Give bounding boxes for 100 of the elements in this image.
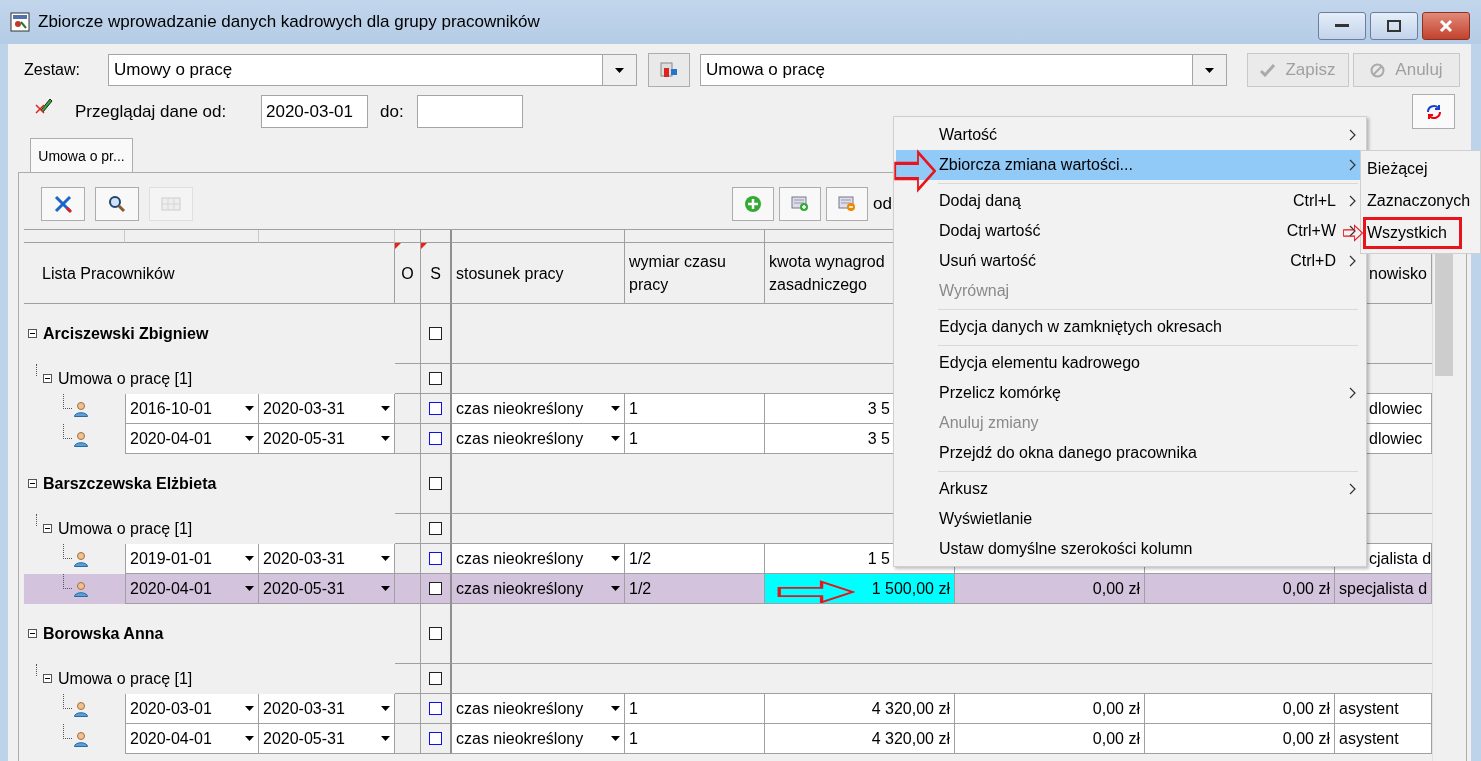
tab[interactable]: Umowa o pr... [30, 138, 133, 172]
date-dropdown[interactable]: 2020-04-01 [125, 574, 259, 604]
edit-icon[interactable] [35, 97, 53, 115]
toolbar-button[interactable] [732, 187, 774, 221]
date-dropdown[interactable]: 2019-01-01 [125, 544, 259, 574]
table-cell: 0,00 zł [1145, 574, 1335, 604]
dropdown-field[interactable]: czas nieokreślony [452, 424, 625, 454]
toolbar-button[interactable] [95, 187, 139, 221]
menu-item[interactable]: Edycja elementu kadrowego [896, 348, 1364, 378]
menu-item[interactable]: Edycja danych w zamkniętych okresach [896, 312, 1364, 342]
collapse-icon[interactable] [28, 479, 37, 488]
checkbox[interactable] [429, 327, 442, 340]
dropdown-button[interactable] [602, 55, 636, 85]
dropdown-field[interactable]: czas nieokreślony [452, 544, 625, 574]
collapse-icon[interactable] [28, 329, 37, 338]
dropdown-field[interactable]: czas nieokreślony [452, 694, 625, 724]
date-field[interactable]: 2020-03-01 [261, 95, 368, 128]
checkbox[interactable] [429, 702, 442, 715]
caret-icon [611, 736, 620, 741]
collapse-icon[interactable] [43, 674, 52, 683]
refresh-button[interactable] [1412, 94, 1455, 129]
column-header[interactable]: Lista Pracowników [24, 243, 395, 304]
menu-item[interactable]: Arkusz [896, 474, 1364, 504]
collapse-icon[interactable] [28, 629, 37, 638]
date-dropdown[interactable]: 2020-04-01 [125, 724, 259, 754]
checkbox[interactable] [429, 732, 442, 745]
checkbox[interactable] [429, 522, 442, 535]
menu-item[interactable]: Dodaj daną Ctrl+L [896, 186, 1364, 216]
person-icon [73, 731, 89, 747]
menu-item[interactable]: Wartość [896, 120, 1364, 150]
column-header[interactable]: O [395, 243, 421, 304]
scrollbar-thumb[interactable] [1435, 251, 1453, 376]
caret-icon [381, 586, 390, 591]
table-cell: 1/2 [625, 574, 765, 604]
date-dropdown[interactable]: 2020-05-31 [259, 574, 395, 604]
close-button[interactable] [1422, 12, 1470, 40]
dropdown-value: czas nieokreślony [456, 579, 584, 598]
date-dropdown[interactable]: 2016-10-01 [125, 394, 259, 424]
toolbar-button[interactable] [41, 187, 85, 221]
table-row[interactable]: 2020-03-01 2020-03-31 czas nieokreślony 1 4 320,00 zł 0,00 zł 0,00 zł asystent [24, 694, 1432, 724]
column-header[interactable]: wymiar czasu pracy [625, 243, 765, 304]
callout-arrow [1343, 224, 1363, 242]
table-cell: 0,00 zł [1145, 724, 1335, 754]
person-icon [73, 431, 89, 447]
set-button[interactable] [648, 53, 690, 87]
table-cell [395, 304, 421, 364]
table-cell [395, 424, 421, 454]
search-icon [108, 195, 126, 213]
checkbox[interactable] [429, 432, 442, 445]
caret-icon [381, 736, 390, 741]
caret-icon [1205, 67, 1214, 73]
dropdown-field[interactable]: czas nieokreślony [452, 724, 625, 754]
contract-label: Umowa o pracę [1] [58, 369, 193, 388]
combo-box[interactable]: Umowa o pracę [700, 54, 1227, 86]
checkbox[interactable] [429, 552, 442, 565]
cancel-icon [1370, 62, 1386, 78]
caret-icon [381, 406, 390, 411]
checkbox[interactable] [429, 477, 442, 490]
checkbox[interactable] [429, 582, 442, 595]
table-cell: asystent [1335, 694, 1432, 724]
shortcut-label: Ctrl+W [1286, 222, 1336, 240]
menu-item[interactable]: Wszystkich [1363, 217, 1462, 249]
menu-item[interactable]: Bieżącej [1363, 153, 1430, 185]
menu-item[interactable]: Wyświetlanie [896, 504, 1364, 534]
dropdown-field[interactable]: czas nieokreślony [452, 574, 625, 604]
maximize-button[interactable] [1370, 12, 1418, 40]
table-row[interactable]: 2020-04-01 2020-05-31 czas nieokreślony 1 4 320,00 zł 0,00 zł 0,00 zł asystent [24, 724, 1432, 754]
date-dropdown[interactable]: 2020-05-31 [259, 424, 395, 454]
collapse-icon[interactable] [43, 524, 52, 533]
header-strip-cell [421, 230, 452, 243]
caret-icon [245, 436, 254, 441]
date-dropdown[interactable]: 2020-03-31 [259, 544, 395, 574]
dropdown-field[interactable]: czas nieokreślony [452, 394, 625, 424]
column-header[interactable]: stosunek pracy [452, 243, 625, 304]
date-dropdown[interactable]: 2020-04-01 [125, 424, 259, 454]
employee-name: Arciszewski Zbigniew [43, 324, 209, 343]
date-dropdown[interactable]: 2020-03-31 [259, 394, 395, 424]
date-dropdown[interactable]: 2020-05-31 [259, 724, 395, 754]
column-header[interactable]: S [421, 243, 452, 304]
shortcut-label: Ctrl+D [1290, 252, 1336, 270]
table-row[interactable]: 2020-04-01 2020-05-31 czas nieokreślony 1/2 1 500,00 zł 0,00 zł 0,00 zł specjalista d [24, 574, 1432, 604]
checkbox[interactable] [429, 672, 442, 685]
date-value: 2020-05-31 [263, 729, 345, 748]
combo-box[interactable]: Umowy o pracę [108, 54, 637, 86]
date-field[interactable] [417, 95, 523, 128]
minimize-button[interactable] [1318, 12, 1366, 40]
shortcut-label: Ctrl+L [1292, 192, 1336, 210]
checkbox[interactable] [429, 627, 442, 640]
checkbox[interactable] [429, 372, 442, 385]
date-value: 2020-03-01 [130, 699, 212, 718]
table-cell: asystent [1335, 724, 1432, 754]
date-dropdown[interactable]: 2020-03-01 [125, 694, 259, 724]
minimize-icon [1335, 24, 1349, 28]
menu-item[interactable]: Zaznaczonych [1363, 185, 1473, 217]
table-cell [395, 544, 421, 574]
dropdown-button[interactable] [1192, 55, 1226, 85]
collapse-icon[interactable] [43, 374, 52, 383]
date-dropdown[interactable]: 2020-03-31 [259, 694, 395, 724]
checkbox[interactable] [429, 402, 442, 415]
table-cell [395, 604, 421, 664]
